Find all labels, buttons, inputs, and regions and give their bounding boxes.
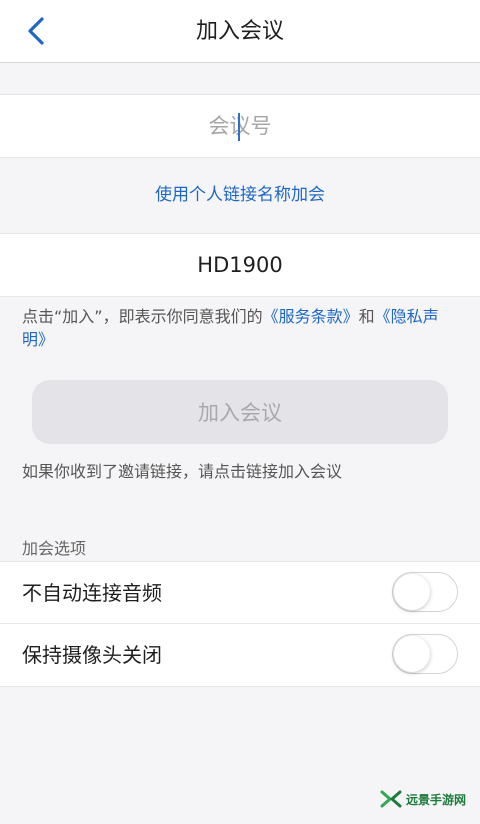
- brand-logo-icon: [380, 790, 402, 808]
- watermark-text: 远景手游网: [405, 792, 466, 807]
- camera-off-toggle[interactable]: [392, 634, 458, 674]
- join-meeting-button[interactable]: 加入会议: [32, 380, 448, 444]
- toggle-knob: [394, 636, 430, 672]
- invite-hint: 如果你收到了邀请链接，请点击链接加入会议: [22, 462, 343, 481]
- top-bar: 加入会议: [0, 0, 480, 63]
- page-title: 加入会议: [195, 19, 284, 44]
- camera-option-label: 保持摄像头关闭: [22, 643, 162, 667]
- option-row-audio: 不自动连接音频: [0, 561, 480, 624]
- display-name-field: [0, 233, 480, 297]
- watermark: 远景手游网: [380, 790, 466, 808]
- toggle-knob: [394, 574, 430, 610]
- meeting-number-field: [0, 94, 480, 158]
- option-row-camera: 保持摄像头关闭: [0, 623, 480, 687]
- terms-conjunction: 和: [358, 307, 375, 326]
- text-cursor: [238, 113, 240, 141]
- personal-link-join-button[interactable]: 使用个人链接名称加会: [0, 180, 480, 205]
- display-name-input[interactable]: [0, 234, 480, 296]
- terms-notice: 点击“加入”，即表示你同意我们的《服务条款》和《隐私声明》: [22, 305, 458, 351]
- audio-option-label: 不自动连接音频: [22, 581, 162, 605]
- meeting-number-input[interactable]: [0, 95, 480, 157]
- auto-audio-toggle[interactable]: [392, 572, 458, 612]
- terms-prefix: 点击“加入”，即表示你同意我们的: [22, 307, 263, 326]
- join-options-label: 加会选项: [22, 539, 87, 558]
- terms-of-service-link[interactable]: 《服务条款》: [263, 307, 359, 326]
